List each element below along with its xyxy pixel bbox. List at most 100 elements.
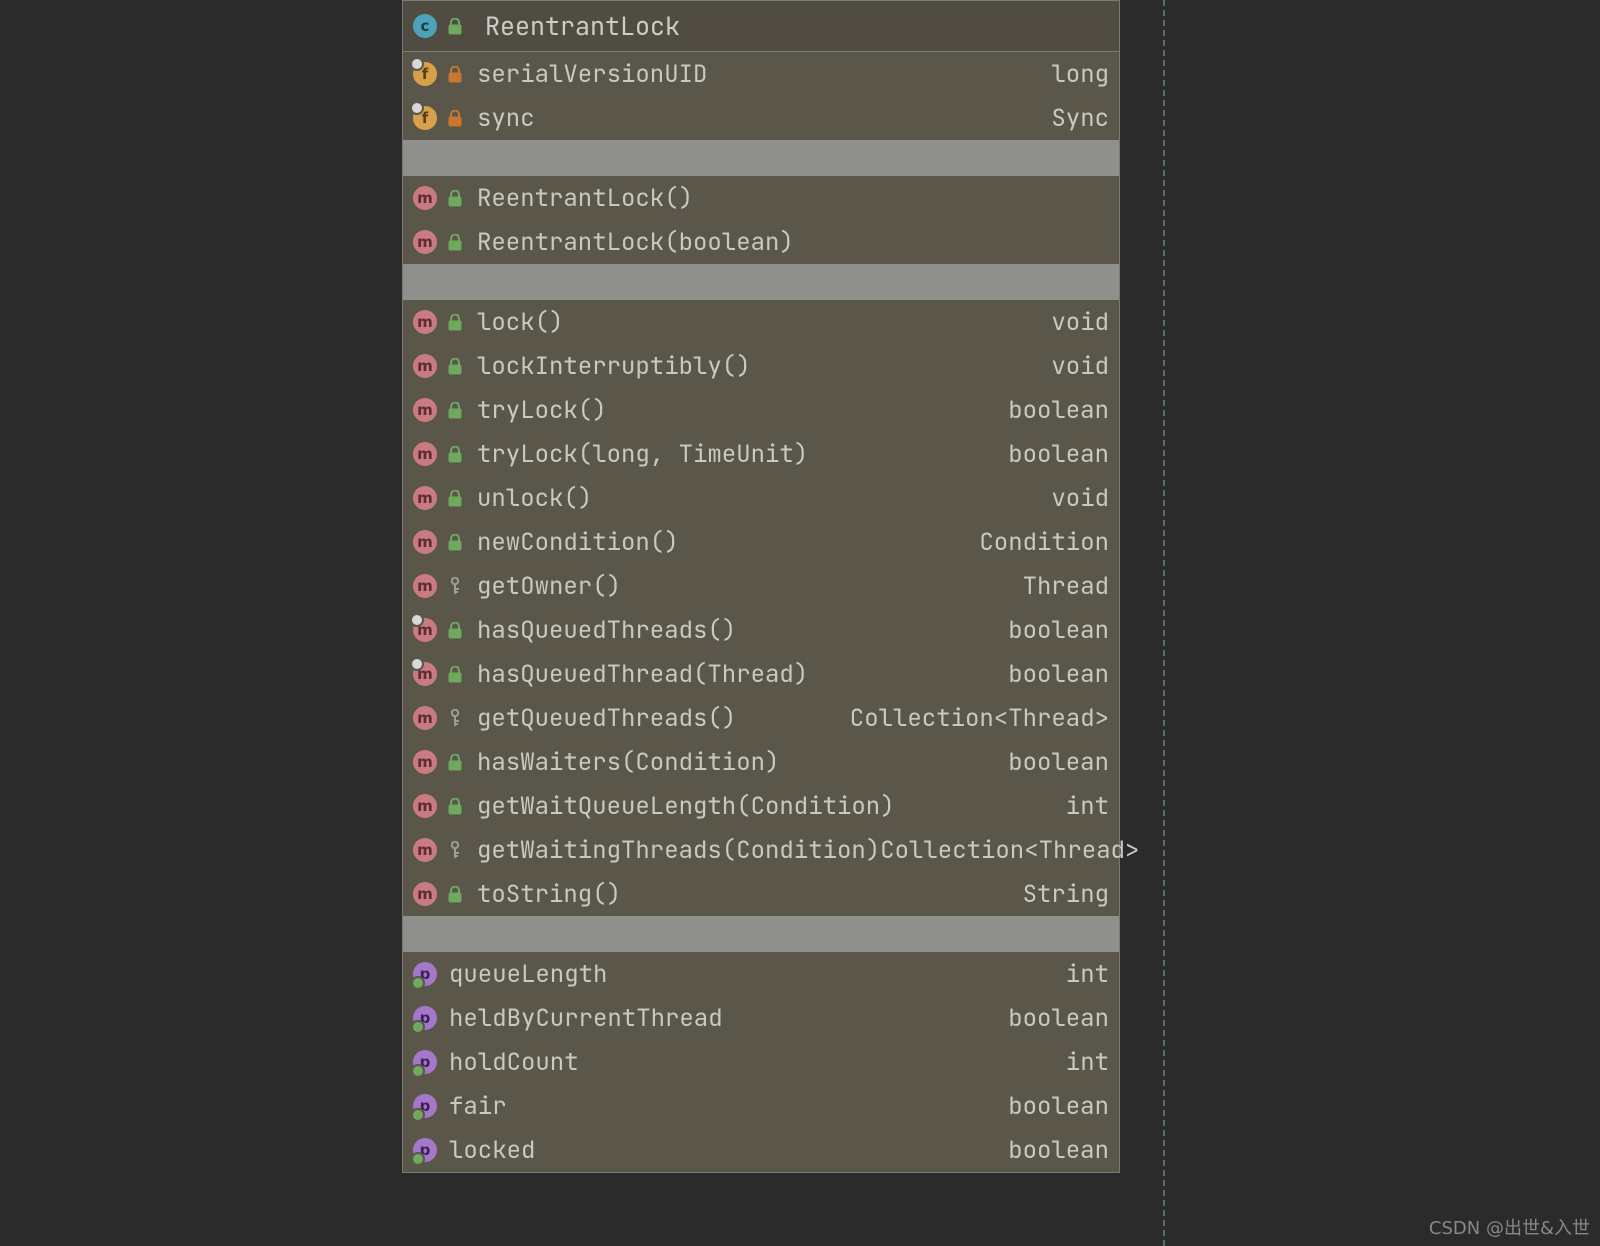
structure-panel: c ReentrantLock f serialVersionUID long f sy… bbox=[402, 0, 1120, 1173]
member-row[interactable]: p heldByCurrentThread boolean bbox=[403, 996, 1119, 1040]
member-type: Sync bbox=[1051, 103, 1109, 134]
member-name: getWaitingThreads(Condition) bbox=[477, 835, 880, 866]
member-row[interactable]: mgetOwner()Thread bbox=[403, 564, 1119, 608]
member-name: fair bbox=[449, 1091, 507, 1122]
member-type: boolean bbox=[1008, 1091, 1109, 1122]
member-name: ReentrantLock(boolean) bbox=[477, 227, 794, 258]
m-badge-icon: m bbox=[413, 484, 441, 512]
member-row[interactable]: mhasQueuedThread(Thread)boolean bbox=[403, 652, 1119, 696]
member-type: String bbox=[1023, 879, 1109, 910]
lock-icon bbox=[445, 882, 465, 906]
member-name: getQueuedThreads() bbox=[477, 703, 736, 734]
member-row[interactable]: pfair boolean bbox=[403, 1084, 1119, 1128]
lock-icon bbox=[445, 530, 465, 554]
separator bbox=[403, 140, 1119, 176]
member-row[interactable]: mgetWaitQueueLength(Condition)int bbox=[403, 784, 1119, 828]
lock-icon bbox=[445, 486, 465, 510]
m-badge-icon: m bbox=[413, 748, 441, 776]
m-badge-icon: m bbox=[413, 228, 441, 256]
m-badge-icon: m bbox=[413, 528, 441, 556]
member-type: boolean bbox=[1008, 1135, 1109, 1166]
f-badge-icon: f bbox=[413, 60, 441, 88]
member-type: boolean bbox=[1008, 395, 1109, 426]
member-name: getOwner() bbox=[477, 571, 621, 602]
member-row[interactable]: f sync Sync bbox=[403, 96, 1119, 140]
member-row[interactable]: m ReentrantLock() bbox=[403, 176, 1119, 220]
m-badge-icon: m bbox=[413, 616, 441, 644]
member-name: ReentrantLock() bbox=[477, 183, 693, 214]
member-type: Condition bbox=[979, 527, 1109, 558]
class-icon: c bbox=[413, 12, 441, 40]
member-row[interactable]: mhasWaiters(Condition)boolean bbox=[403, 740, 1119, 784]
lock-icon bbox=[445, 794, 465, 818]
separator bbox=[403, 916, 1119, 952]
member-name: queueLength bbox=[449, 959, 607, 990]
m-badge-icon: m bbox=[413, 704, 441, 732]
m-badge-icon: m bbox=[413, 660, 441, 688]
separator bbox=[403, 264, 1119, 300]
key-icon bbox=[445, 838, 465, 862]
member-row[interactable]: munlock()void bbox=[403, 476, 1119, 520]
margin-guide bbox=[1163, 0, 1165, 1246]
member-row[interactable]: mgetWaitingThreads(Condition)Collection<… bbox=[403, 828, 1119, 872]
lock-icon bbox=[445, 662, 465, 686]
member-type: void bbox=[1051, 307, 1109, 338]
m-badge-icon: m bbox=[413, 880, 441, 908]
lock-icon bbox=[445, 186, 465, 210]
lock-icon bbox=[445, 62, 465, 86]
member-row[interactable]: f serialVersionUID long bbox=[403, 52, 1119, 96]
member-row[interactable]: mtryLock()boolean bbox=[403, 388, 1119, 432]
lock-icon bbox=[445, 310, 465, 334]
m-badge-icon: m bbox=[413, 184, 441, 212]
member-name: tryLock() bbox=[477, 395, 607, 426]
member-name: lock() bbox=[477, 307, 563, 338]
member-row[interactable]: m newCondition() Condition bbox=[403, 520, 1119, 564]
member-row[interactable]: m ReentrantLock(boolean) bbox=[403, 220, 1119, 264]
p-badge-icon: p bbox=[413, 1092, 441, 1120]
member-row[interactable]: mgetQueuedThreads()Collection<Thread> bbox=[403, 696, 1119, 740]
member-row[interactable]: pholdCountint bbox=[403, 1040, 1119, 1084]
member-type: boolean bbox=[1008, 439, 1109, 470]
member-name: lockInterruptibly() bbox=[477, 351, 751, 382]
m-badge-icon: m bbox=[413, 440, 441, 468]
member-name: toString() bbox=[477, 879, 621, 910]
member-name: heldByCurrentThread bbox=[449, 1003, 723, 1034]
p-badge-icon: p bbox=[413, 960, 441, 988]
class-header[interactable]: c ReentrantLock bbox=[403, 1, 1119, 52]
lock-icon bbox=[445, 442, 465, 466]
p-badge-icon: p bbox=[413, 1004, 441, 1032]
p-badge-icon: p bbox=[413, 1136, 441, 1164]
member-type: boolean bbox=[1008, 615, 1109, 646]
member-row[interactable]: plocked boolean bbox=[403, 1128, 1119, 1172]
m-badge-icon: m bbox=[413, 792, 441, 820]
member-row[interactable]: p queueLength int bbox=[403, 952, 1119, 996]
member-name: serialVersionUID bbox=[477, 59, 707, 90]
member-name: holdCount bbox=[449, 1047, 579, 1078]
member-name: getWaitQueueLength(Condition) bbox=[477, 791, 895, 822]
m-badge-icon: m bbox=[413, 308, 441, 336]
m-badge-icon: m bbox=[413, 836, 441, 864]
member-row[interactable]: m hasQueuedThreads() boolean bbox=[403, 608, 1119, 652]
member-name: locked bbox=[449, 1135, 535, 1166]
member-type: void bbox=[1051, 483, 1109, 514]
f-badge-icon: f bbox=[413, 104, 441, 132]
member-row[interactable]: mlockInterruptibly()void bbox=[403, 344, 1119, 388]
member-name: sync bbox=[477, 103, 535, 134]
member-type: Thread bbox=[1023, 571, 1109, 602]
key-icon bbox=[445, 706, 465, 730]
member-type: boolean bbox=[1008, 1003, 1109, 1034]
member-row[interactable]: m tryLock(long, TimeUnit) boolean bbox=[403, 432, 1119, 476]
class-name: ReentrantLock bbox=[485, 9, 680, 43]
member-row[interactable]: m lock() void bbox=[403, 300, 1119, 344]
member-type: int bbox=[1066, 959, 1109, 990]
member-type: long bbox=[1051, 59, 1109, 90]
member-type: Collection<Thread> bbox=[880, 835, 1139, 866]
member-name: newCondition() bbox=[477, 527, 679, 558]
lock-icon bbox=[445, 750, 465, 774]
lock-icon bbox=[445, 354, 465, 378]
member-row[interactable]: m toString() String bbox=[403, 872, 1119, 916]
member-type: boolean bbox=[1008, 659, 1109, 690]
member-name: hasQueuedThreads() bbox=[477, 615, 736, 646]
watermark: CSDN @出世&入世 bbox=[1429, 1214, 1590, 1240]
member-name: tryLock(long, TimeUnit) bbox=[477, 439, 808, 470]
